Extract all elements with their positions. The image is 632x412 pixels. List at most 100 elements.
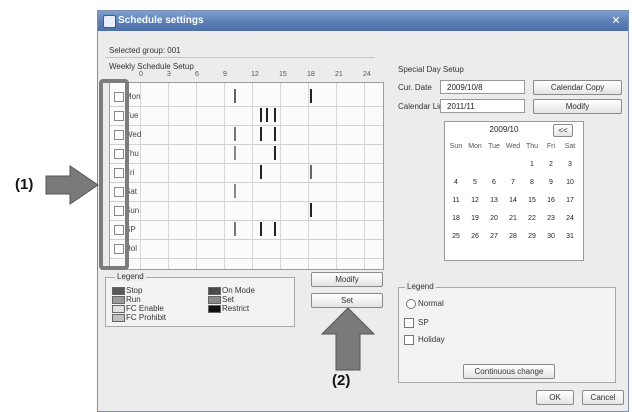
calendar-day[interactable]: 23	[542, 212, 560, 226]
calendar-day[interactable]: 3	[561, 158, 579, 172]
modify-button[interactable]: Modify	[311, 272, 383, 287]
modify-limit-button[interactable]: Modify	[533, 99, 622, 114]
legend-swatch	[112, 296, 125, 304]
divider	[105, 57, 375, 58]
schedule-bar[interactable]	[274, 127, 276, 141]
schedule-bar[interactable]	[234, 127, 236, 141]
calendar-day[interactable]: 31	[561, 230, 579, 244]
calendar-dow: Tue	[488, 143, 500, 150]
hour-tick: 0	[139, 71, 143, 78]
legend-label: FC Enable	[126, 304, 164, 313]
calendar-nav-button[interactable]: <<	[553, 124, 573, 137]
radio-normal-label: Normal	[418, 299, 444, 308]
calendar-day[interactable]: 25	[447, 230, 465, 244]
legend-label: Set	[222, 295, 235, 304]
schedule-bar[interactable]	[260, 165, 262, 179]
day-row-hol[interactable]: Hol	[110, 239, 383, 259]
calendar-day[interactable]: 30	[542, 230, 560, 244]
window-title: Schedule settings	[118, 15, 204, 26]
calendar-day[interactable]: 4	[447, 176, 465, 190]
calendar-dow: Thu	[525, 143, 539, 150]
schedule-bar[interactable]	[260, 127, 262, 141]
calendar-day[interactable]: 22	[523, 212, 541, 226]
callout-1: (1)	[15, 176, 34, 193]
calendar-day[interactable]: 2	[542, 158, 560, 172]
schedule-bar[interactable]	[310, 89, 312, 103]
special-day-header: Special Day Setup	[398, 65, 464, 74]
legend-label: Restrict	[222, 304, 250, 313]
day-row-fri[interactable]: Fri	[110, 163, 383, 183]
checkbox-holiday[interactable]	[404, 335, 414, 345]
calendar-day[interactable]: 20	[485, 212, 503, 226]
day-row-wed[interactable]: Wed	[110, 125, 383, 145]
calendar-day[interactable]: 10	[561, 176, 579, 190]
schedule-bar[interactable]	[234, 184, 236, 198]
legend-label: On Mode	[222, 286, 255, 295]
calendar-day[interactable]: 6	[485, 176, 503, 190]
schedule-bar[interactable]	[234, 146, 236, 160]
radio-normal[interactable]	[406, 299, 416, 309]
calendar-day[interactable]: 21	[504, 212, 522, 226]
calendar-day[interactable]: 13	[485, 194, 503, 208]
schedule-bar[interactable]	[274, 146, 276, 160]
calendar-day[interactable]: 8	[523, 176, 541, 190]
weekly-schedule-grid[interactable]: Mon Tue Wed Thu Fri Sat Sun SP Hol	[109, 82, 384, 270]
callout-2: (2)	[332, 372, 351, 389]
schedule-bar[interactable]	[310, 203, 312, 217]
calendar-day[interactable]: 19	[466, 212, 484, 226]
calendar-day[interactable]: 24	[561, 212, 579, 226]
legend-swatch	[112, 305, 125, 313]
month-calendar[interactable]: 2009/10 << Sun Mon Tue Wed Thu Fri Sat 1…	[444, 121, 584, 261]
schedule-bar[interactable]	[260, 108, 262, 122]
legend-label: Run	[126, 295, 141, 304]
ok-button[interactable]: OK	[536, 390, 574, 405]
checkbox-holiday-label: Holiday	[418, 335, 445, 344]
continuous-change-button[interactable]: Continuous change	[463, 364, 555, 379]
calendar-day[interactable]: 12	[466, 194, 484, 208]
calendar-day[interactable]: 14	[504, 194, 522, 208]
calendar-day[interactable]: 15	[523, 194, 541, 208]
schedule-bar[interactable]	[234, 89, 236, 103]
pattern-legend-header: Legend	[115, 272, 146, 281]
hour-tick: 15	[279, 71, 287, 78]
checkbox-sp[interactable]	[404, 318, 414, 328]
calendar-day[interactable]: 27	[485, 230, 503, 244]
day-row-thu[interactable]: Thu	[110, 144, 383, 164]
calendar-day[interactable]: 29	[523, 230, 541, 244]
legend-swatch	[208, 296, 221, 304]
day-row-mon[interactable]: Mon	[110, 87, 383, 107]
calendar-day[interactable]: 1	[523, 158, 541, 172]
day-row-sat[interactable]: Sat	[110, 182, 383, 202]
calendar-day[interactable]: 7	[504, 176, 522, 190]
schedule-bar[interactable]	[266, 108, 268, 122]
day-row-sun[interactable]: Sun	[110, 201, 383, 221]
calendar-day[interactable]: 26	[466, 230, 484, 244]
calendar-day[interactable]: 17	[561, 194, 579, 208]
schedule-bar[interactable]	[310, 165, 312, 179]
calendar-limit-field[interactable]: 2011/11	[440, 99, 525, 113]
title-bar[interactable]: Schedule settings ✕	[98, 11, 628, 31]
calendar-day[interactable]: 16	[542, 194, 560, 208]
hour-tick: 3	[167, 71, 171, 78]
calendar-copy-button[interactable]: Calendar Copy	[533, 80, 622, 95]
close-icon[interactable]: ✕	[609, 14, 623, 28]
schedule-bar[interactable]	[260, 222, 262, 236]
calendar-day[interactable]: 28	[504, 230, 522, 244]
calendar-day[interactable]: 11	[447, 194, 465, 208]
day-row-tue[interactable]: Tue	[110, 106, 383, 126]
callout-arrow-right-icon	[45, 165, 99, 205]
schedule-bar[interactable]	[274, 108, 276, 122]
calendar-day[interactable]: 9	[542, 176, 560, 190]
schedule-bar[interactable]	[234, 222, 236, 236]
day-row-sp[interactable]: SP	[110, 220, 383, 240]
current-date-field[interactable]: 2009/10/8	[440, 80, 525, 94]
calendar-day[interactable]: 5	[466, 176, 484, 190]
calendar-day[interactable]: 18	[447, 212, 465, 226]
legend-swatch	[208, 305, 221, 313]
weekly-header: Weekly Schedule Setup	[109, 62, 194, 71]
cancel-button[interactable]: Cancel	[582, 390, 624, 405]
hour-tick: 6	[195, 71, 199, 78]
hour-tick: 12	[251, 71, 259, 78]
calendar-dow: Mon	[468, 143, 482, 150]
schedule-bar[interactable]	[274, 222, 276, 236]
